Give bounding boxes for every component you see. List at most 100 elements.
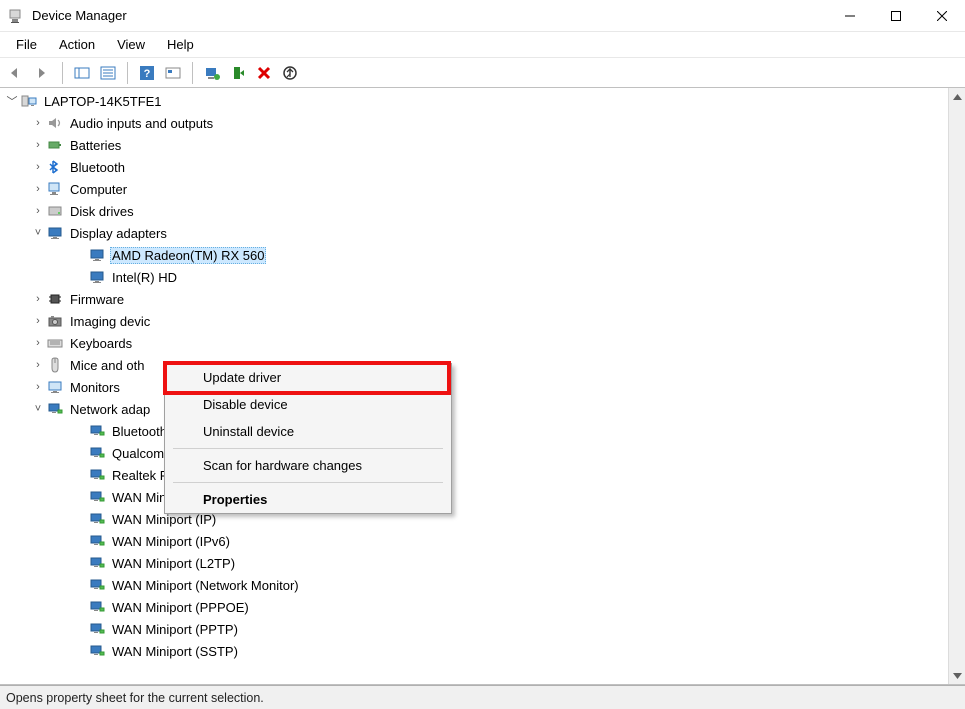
menu-action[interactable]: Action	[49, 35, 105, 54]
expander-icon[interactable]: ›	[30, 161, 46, 173]
scroll-up-icon[interactable]	[949, 88, 965, 105]
tree-item-label: Bluetooth	[68, 159, 127, 176]
tree-device[interactable]: Qualcomm Atheros QCA9377 Wireless Networ…	[0, 442, 948, 464]
disk-icon	[46, 203, 64, 219]
tree-category[interactable]: › Disk drives	[0, 200, 948, 222]
network-icon	[88, 621, 106, 637]
tree-item-label: Monitors	[68, 379, 122, 396]
tree-category[interactable]: › Mice and oth	[0, 354, 948, 376]
network-icon	[88, 445, 106, 461]
scan-hardware-button[interactable]	[162, 62, 184, 84]
menu-file[interactable]: File	[6, 35, 47, 54]
device-tree[interactable]: ﹀ LAPTOP-14K5TFE1 › Audio inputs and out…	[0, 88, 948, 684]
scroll-down-icon[interactable]	[949, 667, 965, 684]
expander-icon[interactable]: ›	[30, 117, 46, 129]
tree-item-label: Intel(R) HD	[110, 269, 179, 286]
expander-icon[interactable]: ›	[30, 381, 46, 393]
toolbar: ?	[0, 58, 965, 88]
show-hidden-button[interactable]	[71, 62, 93, 84]
tree-item-label: WAN Miniport (IPv6)	[110, 533, 232, 550]
display-icon	[88, 247, 106, 263]
tree-root[interactable]: ﹀ LAPTOP-14K5TFE1	[0, 90, 948, 112]
forward-button[interactable]	[32, 62, 54, 84]
tree-item-label: Batteries	[68, 137, 123, 154]
minimize-button[interactable]	[827, 0, 873, 32]
expander-icon[interactable]: ﹀	[4, 93, 20, 109]
window-title: Device Manager	[32, 8, 827, 23]
tree-item-label: Keyboards	[68, 335, 134, 352]
properties-button[interactable]	[97, 62, 119, 84]
close-button[interactable]	[919, 0, 965, 32]
tree-device[interactable]: WAN Miniport (PPTP)	[0, 618, 948, 640]
tree-device[interactable]: Bluetooth Device (Personal Area Network)	[0, 420, 948, 442]
tree-device[interactable]: WAN Miniport (IKEv2)	[0, 486, 948, 508]
tree-item-label: WAN Miniport (L2TP)	[110, 555, 237, 572]
tree-category[interactable]: › Firmware	[0, 288, 948, 310]
menu-view[interactable]: View	[107, 35, 155, 54]
computer-icon	[46, 181, 64, 197]
tree-category[interactable]: › Keyboards	[0, 332, 948, 354]
pc-icon	[20, 93, 38, 109]
tree-device[interactable]: AMD Radeon(TM) RX 560	[0, 244, 948, 266]
uninstall-button[interactable]	[253, 62, 275, 84]
expander-icon[interactable]: ›	[30, 183, 46, 195]
tree-device[interactable]: WAN Miniport (SSTP)	[0, 640, 948, 662]
tree-device[interactable]: WAN Miniport (IP)	[0, 508, 948, 530]
tree-device[interactable]: Intel(R) HD	[0, 266, 948, 288]
tree-category[interactable]: ˅ Network adap	[0, 398, 948, 420]
tree-category[interactable]: › Computer	[0, 178, 948, 200]
toolbar-sep	[62, 62, 63, 84]
tree-device[interactable]: Realtek PCIe GBE Family Controller	[0, 464, 948, 486]
expander-icon[interactable]: ˅	[30, 227, 46, 239]
tree-item-label: Audio inputs and outputs	[68, 115, 215, 132]
status-bar: Opens property sheet for the current sel…	[0, 685, 965, 709]
tree-item-label: AMD Radeon(TM) RX 560	[110, 247, 266, 264]
tree-device[interactable]: WAN Miniport (Network Monitor)	[0, 574, 948, 596]
tree-device[interactable]: WAN Miniport (IPv6)	[0, 530, 948, 552]
camera-icon	[46, 313, 64, 329]
scan-changes-button[interactable]	[279, 62, 301, 84]
context-menu-item[interactable]: Uninstall device	[165, 418, 451, 445]
help-button[interactable]: ?	[136, 62, 158, 84]
enable-disable-button[interactable]	[227, 62, 249, 84]
context-menu-item[interactable]: Scan for hardware changes	[165, 452, 451, 479]
tree-item-label: LAPTOP-14K5TFE1	[42, 93, 164, 110]
bluetooth-icon	[46, 159, 64, 175]
tree-category[interactable]: › Bluetooth	[0, 156, 948, 178]
network-icon	[88, 533, 106, 549]
expander-icon[interactable]: ›	[30, 205, 46, 217]
expander-icon[interactable]: ›	[30, 139, 46, 151]
network-icon	[88, 423, 106, 439]
tree-item-label: Firmware	[68, 291, 126, 308]
tree-category[interactable]: › Imaging devic	[0, 310, 948, 332]
context-menu-item[interactable]: Disable device	[165, 391, 451, 418]
maximize-button[interactable]	[873, 0, 919, 32]
tree-category[interactable]: ˅ Display adapters	[0, 222, 948, 244]
expander-icon[interactable]: ›	[30, 337, 46, 349]
chip-icon	[46, 291, 64, 307]
tree-item-label: Computer	[68, 181, 129, 198]
keyboard-icon	[46, 335, 64, 351]
update-driver-button[interactable]	[201, 62, 223, 84]
expander-icon[interactable]: ›	[30, 315, 46, 327]
tree-item-label: Imaging devic	[68, 313, 152, 330]
expander-icon[interactable]: ›	[30, 293, 46, 305]
expander-icon[interactable]: ˅	[30, 403, 46, 415]
menu-help[interactable]: Help	[157, 35, 204, 54]
network-icon	[46, 401, 64, 417]
mouse-icon	[46, 357, 64, 373]
expander-icon[interactable]: ›	[30, 359, 46, 371]
toolbar-sep	[127, 62, 128, 84]
context-menu-item[interactable]: Update driver	[165, 364, 451, 391]
back-button[interactable]	[6, 62, 28, 84]
vertical-scrollbar[interactable]	[948, 88, 965, 684]
network-icon	[88, 511, 106, 527]
tree-category[interactable]: › Monitors	[0, 376, 948, 398]
tree-device[interactable]: WAN Miniport (PPPOE)	[0, 596, 948, 618]
tree-category[interactable]: › Batteries	[0, 134, 948, 156]
tree-item-label: Disk drives	[68, 203, 136, 220]
context-menu-item[interactable]: Properties	[165, 486, 451, 513]
tree-device[interactable]: WAN Miniport (L2TP)	[0, 552, 948, 574]
tree-category[interactable]: › Audio inputs and outputs	[0, 112, 948, 134]
network-icon	[88, 599, 106, 615]
